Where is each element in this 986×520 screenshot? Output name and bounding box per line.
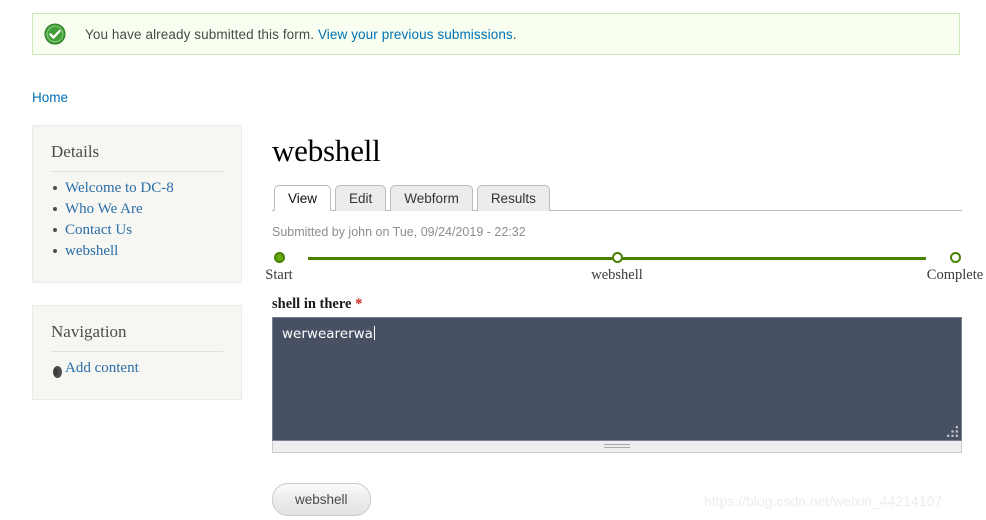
tab-view[interactable]: View [274,185,332,211]
list-item: Contact Us [51,222,223,238]
progress-step-complete: Complete [895,252,986,284]
sidebar-item-welcome-to-dc8[interactable]: Welcome to DC-8 [65,180,174,196]
sidebar-item-add-content[interactable]: Add content [65,360,139,376]
grippie-lines-icon [604,444,630,450]
required-indicator: * [355,296,363,312]
progress-dot-icon [949,252,961,263]
tab-webform[interactable]: Webform [390,185,473,211]
status-message-text: You have already submitted this form. Vi… [85,27,517,42]
page-title: webshell [272,133,381,168]
progress-dot-icon [611,252,623,263]
main-content: webshell View Edit Webform Results Submitte… [265,133,983,516]
sidebar-item-who-we-are[interactable]: Who We Are [65,201,143,217]
sidebar-details-list: Welcome to DC-8 Who We Are Contact Us we… [51,180,223,259]
sidebar-item-contact-us[interactable]: Contact Us [65,222,132,238]
sidebar-block-details-title: Details [51,142,223,172]
resize-handle-icon[interactable] [946,425,959,438]
progress-step-webshell: webshell [557,252,677,284]
shell-textarea-wrapper: werwearerwa [272,317,962,453]
progress-dot-icon [273,252,285,263]
sidebar-block-navigation: Navigation Add content [32,305,242,400]
list-item: Add content [51,360,223,378]
watermark: https://blog.csdn.net/weixin_44214107 [704,493,943,509]
text-caret [373,326,375,340]
shell-field-label: shell in there * [272,296,962,313]
breadcrumb: Home [32,90,68,105]
tab-bar: View Edit Webform Results [272,184,962,211]
sidebar-block-details: Details Welcome to DC-8 Who We Are Conta… [32,125,242,283]
shell-textarea[interactable]: werwearerwa [272,317,962,441]
textarea-grippie[interactable] [272,441,962,453]
progress-step-start: Start [219,252,339,284]
sidebar-block-navigation-title: Navigation [51,322,223,352]
list-item: Welcome to DC-8 [51,180,223,196]
webform-progress-bar: Start webshell Complete [265,252,983,286]
shell-field-label-text: shell in there [272,296,352,312]
view-previous-submissions-link[interactable]: View your previous submissions [318,27,513,42]
sidebar-item-webshell[interactable]: webshell [65,243,118,259]
breadcrumb-home-link[interactable]: Home [32,90,68,105]
submitted-info: Submitted by john on Tue, 09/24/2019 - 2… [272,225,526,239]
sidebar: Details Welcome to DC-8 Who We Are Conta… [32,125,242,422]
status-message-prefix: You have already submitted this form. [85,26,318,42]
progress-step-start-label: Start [265,267,293,283]
progress-step-webshell-label: webshell [591,267,643,283]
list-item: Who We Are [51,201,223,217]
status-message-suffix: . [512,26,517,42]
sidebar-navigation-list: Add content [51,360,223,378]
list-item: webshell [51,243,223,259]
tab-results[interactable]: Results [476,185,550,211]
tab-edit[interactable]: Edit [335,185,387,211]
progress-step-complete-label: Complete [926,267,984,283]
status-message: You have already submitted this form. Vi… [32,13,960,55]
shell-textarea-value: werwearerwa [282,326,373,342]
success-check-icon [44,23,66,45]
submit-button[interactable]: webshell [272,483,371,516]
